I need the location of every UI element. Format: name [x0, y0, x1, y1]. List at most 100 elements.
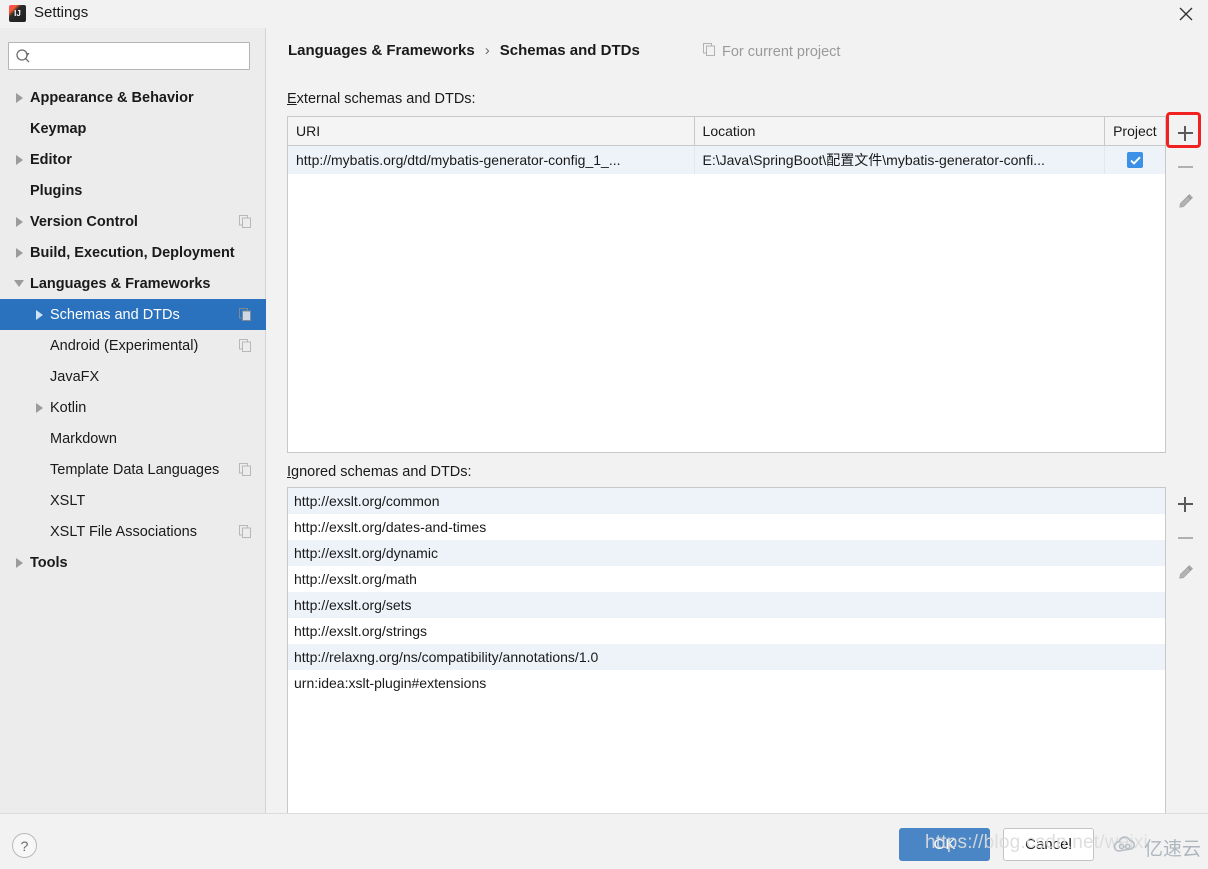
- search-box[interactable]: [8, 42, 250, 70]
- ignored-schemas-toolbar: [1168, 487, 1202, 589]
- expand-toggle[interactable]: [28, 310, 50, 320]
- list-item[interactable]: http://exslt.org/dates-and-times: [288, 514, 1165, 540]
- chevron-right-icon: [16, 558, 23, 568]
- copy-icon: [703, 43, 716, 60]
- settings-tree: Appearance & BehaviorKeymap Editor Plugins…: [0, 82, 266, 578]
- cell-project: [1105, 146, 1165, 174]
- sidebar-item-kotlin[interactable]: Kotlin: [0, 392, 266, 423]
- chevron-down-icon: [14, 280, 24, 287]
- minus-icon: [1178, 531, 1193, 546]
- sidebar-item-label: Languages & Frameworks: [30, 276, 211, 292]
- sidebar-item-label: XSLT File Associations: [50, 524, 197, 540]
- cancel-button[interactable]: Cancel: [1003, 828, 1094, 861]
- column-header-location[interactable]: Location: [695, 117, 1106, 145]
- sidebar-item-xslt-file-associations[interactable]: XSLT File Associations: [0, 516, 266, 547]
- pencil-icon: [1177, 193, 1194, 210]
- add-ignored-schema-button[interactable]: [1168, 487, 1202, 521]
- sidebar-item-tools[interactable]: Tools: [0, 547, 266, 578]
- sidebar-item-label: Version Control: [30, 214, 138, 230]
- list-item[interactable]: http://exslt.org/common: [288, 488, 1165, 514]
- ok-button[interactable]: OK: [899, 828, 990, 861]
- sidebar-item-label: Editor: [30, 152, 72, 168]
- chevron-right-icon: [16, 217, 23, 227]
- copy-icon: [239, 463, 252, 476]
- column-header-project[interactable]: Project: [1105, 117, 1165, 145]
- sidebar-item-label: Template Data Languages: [50, 462, 219, 478]
- sidebar-item-label: Build, Execution, Deployment: [30, 245, 235, 261]
- list-item[interactable]: http://exslt.org/strings: [288, 618, 1165, 644]
- expand-toggle[interactable]: [8, 558, 30, 568]
- sidebar-item-label: Kotlin: [50, 400, 86, 416]
- copy-icon: [239, 215, 252, 228]
- chevron-right-icon: [36, 403, 43, 413]
- minus-icon: [1178, 160, 1193, 175]
- sidebar-item-label: Schemas and DTDs: [50, 307, 180, 323]
- title-bar: IJ Settings: [0, 0, 1208, 28]
- breadcrumb: Languages & Frameworks › Schemas and DTD…: [288, 42, 640, 59]
- sidebar-item-label: Android (Experimental): [50, 338, 198, 354]
- chevron-right-icon: [16, 155, 23, 165]
- expand-toggle[interactable]: [28, 403, 50, 413]
- collapse-toggle[interactable]: [8, 280, 30, 287]
- sidebar-item-build-execution-deployment[interactable]: Build, Execution, Deployment: [0, 237, 266, 268]
- sidebar-item-label: JavaFX: [50, 369, 99, 385]
- sidebar-item-label: Plugins: [30, 183, 82, 199]
- remove-external-schema-button[interactable]: [1168, 150, 1202, 184]
- chevron-right-icon: [16, 248, 23, 258]
- sidebar-item-javafx[interactable]: JavaFX: [0, 361, 266, 392]
- external-schemas-label: External schemas and DTDs:: [287, 91, 476, 107]
- sidebar-item-label: Tools: [30, 555, 68, 571]
- sidebar-item-plugins[interactable]: Plugins: [0, 175, 266, 206]
- sidebar-item-keymap[interactable]: Keymap: [0, 113, 266, 144]
- sidebar-item-markdown[interactable]: Markdown: [0, 423, 266, 454]
- external-schemas-label-rest: xternal schemas and DTDs:: [297, 91, 476, 107]
- external-schemas-label-mnemonic: E: [287, 91, 297, 107]
- ignored-schemas-list[interactable]: http://exslt.org/commonhttp://exslt.org/…: [287, 487, 1166, 819]
- settings-main-panel: Languages & Frameworks › Schemas and DTD…: [267, 28, 1208, 813]
- copy-icon: [239, 339, 252, 352]
- sidebar-item-android-experimental[interactable]: Android (Experimental): [0, 330, 266, 361]
- list-item[interactable]: http://exslt.org/dynamic: [288, 540, 1165, 566]
- sidebar-item-editor[interactable]: Editor: [0, 144, 266, 175]
- close-icon[interactable]: [1163, 0, 1208, 28]
- add-external-schema-button[interactable]: [1168, 116, 1202, 150]
- table-header-row: URI Location Project: [288, 117, 1165, 146]
- pencil-icon: [1177, 564, 1194, 581]
- sidebar-item-xslt[interactable]: XSLT: [0, 485, 266, 516]
- sidebar-item-appearance-behavior[interactable]: Appearance & Behavior: [0, 82, 266, 113]
- column-header-uri[interactable]: URI: [288, 117, 695, 145]
- external-schemas-toolbar: [1168, 116, 1202, 218]
- expand-toggle[interactable]: [8, 155, 30, 165]
- edit-ignored-schema-button[interactable]: [1168, 555, 1202, 589]
- sidebar-item-label: Markdown: [50, 431, 117, 447]
- list-item[interactable]: http://relaxng.org/ns/compatibility/anno…: [288, 644, 1165, 670]
- plus-icon: [1178, 497, 1193, 512]
- list-item[interactable]: http://exslt.org/math: [288, 566, 1165, 592]
- edit-external-schema-button[interactable]: [1168, 184, 1202, 218]
- sidebar-item-template-data-languages[interactable]: Template Data Languages: [0, 454, 266, 485]
- expand-toggle[interactable]: [8, 217, 30, 227]
- breadcrumb-parent[interactable]: Languages & Frameworks: [288, 42, 475, 59]
- list-item[interactable]: urn:idea:xslt-plugin#extensions: [288, 670, 1165, 696]
- search-input[interactable]: [8, 42, 250, 70]
- cell-uri: http://mybatis.org/dtd/mybatis-generator…: [288, 146, 695, 174]
- for-current-project-label: For current project: [722, 44, 840, 60]
- expand-toggle[interactable]: [8, 93, 30, 103]
- breadcrumb-separator-icon: ›: [485, 42, 490, 59]
- expand-toggle[interactable]: [8, 248, 30, 258]
- help-button[interactable]: ?: [12, 833, 37, 858]
- copy-icon: [239, 308, 252, 321]
- chevron-right-icon: [36, 310, 43, 320]
- sidebar-item-schemas-and-dtds[interactable]: Schemas and DTDs: [0, 299, 266, 330]
- copy-icon: [239, 525, 252, 538]
- table-row[interactable]: http://mybatis.org/dtd/mybatis-generator…: [288, 146, 1165, 174]
- chevron-right-icon: [16, 93, 23, 103]
- sidebar-item-languages-frameworks[interactable]: Languages & Frameworks: [0, 268, 266, 299]
- sidebar-item-version-control[interactable]: Version Control: [0, 206, 266, 237]
- external-schemas-table[interactable]: URI Location Project http://mybatis.org/…: [287, 116, 1166, 453]
- ignored-schemas-label: Ignored schemas and DTDs:: [287, 464, 472, 480]
- list-item[interactable]: http://exslt.org/sets: [288, 592, 1165, 618]
- project-checkbox[interactable]: [1127, 152, 1143, 168]
- sidebar-item-label: XSLT: [50, 493, 85, 509]
- remove-ignored-schema-button[interactable]: [1168, 521, 1202, 555]
